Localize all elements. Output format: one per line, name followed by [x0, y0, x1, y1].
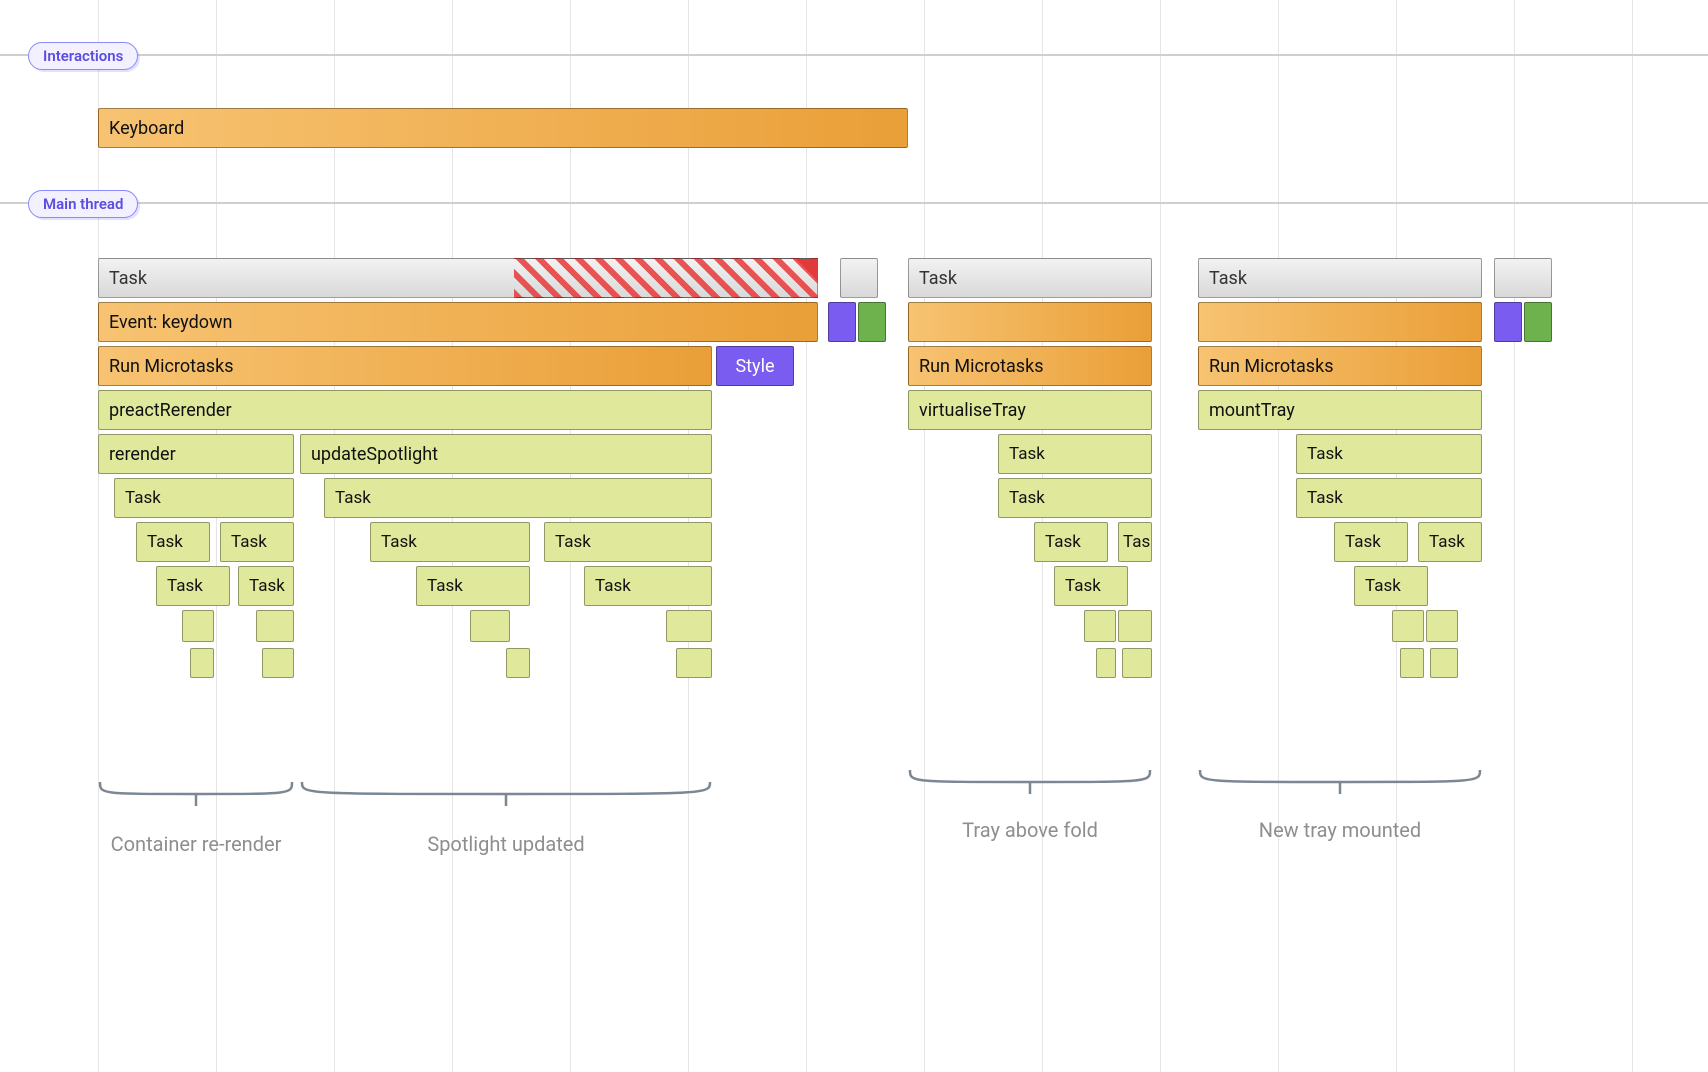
task-leaf-tiny[interactable] [1084, 610, 1116, 642]
task-leaf-tiny[interactable] [182, 610, 214, 642]
caption-spotlight-updated: Spotlight updated [376, 832, 636, 856]
style-bar[interactable]: Style [716, 346, 794, 386]
task-leaf-tiny[interactable] [470, 610, 510, 642]
green-chip[interactable] [1524, 302, 1552, 342]
task-leaf[interactable]: Task [1296, 478, 1482, 518]
purple-chip[interactable] [1494, 302, 1522, 342]
task-leaf[interactable]: Task [220, 522, 294, 562]
task-leaf[interactable]: Task [114, 478, 294, 518]
orange-bar-blockC[interactable] [1198, 302, 1482, 342]
brace-tray-above-fold [908, 768, 1152, 798]
update-spotlight-bar[interactable]: updateSpotlight [300, 434, 712, 474]
caption-new-tray-mounted: New tray mounted [1210, 818, 1470, 842]
mount-tray-bar[interactable]: mountTray [1198, 390, 1482, 430]
task-leaf-tiny[interactable] [666, 610, 712, 642]
interactions-pill[interactable]: Interactions [28, 42, 138, 70]
task-bar[interactable]: Task [908, 258, 1152, 298]
task-leaf[interactable]: Task [1418, 522, 1482, 562]
caption-tray-above-fold: Tray above fold [900, 818, 1160, 842]
main-thread-line [0, 202, 1708, 204]
task-leaf[interactable]: Task [156, 566, 230, 606]
task-leaf-tiny[interactable] [190, 648, 214, 678]
brace-new-tray-mounted [1198, 768, 1482, 798]
task-leaf[interactable]: Task [370, 522, 530, 562]
task-leaf-tiny[interactable] [1096, 648, 1116, 678]
task-leaf[interactable]: Task [1118, 522, 1152, 562]
task-leaf[interactable]: Task [1296, 434, 1482, 474]
task-leaf[interactable]: Task [1354, 566, 1428, 606]
brace-spotlight-updated [300, 780, 712, 810]
gridline [1160, 0, 1161, 1072]
task-bar[interactable]: Task [1198, 258, 1482, 298]
rerender-bar[interactable]: rerender [98, 434, 294, 474]
interactions-line [0, 54, 1708, 56]
gridline [334, 0, 335, 1072]
task-bar-sliver[interactable] [1494, 258, 1552, 298]
task-leaf-tiny[interactable] [676, 648, 712, 678]
task-leaf-tiny[interactable] [1430, 648, 1458, 678]
task-leaf[interactable]: Task [1054, 566, 1128, 606]
task-leaf[interactable]: Task [998, 434, 1152, 474]
preact-rerender-bar[interactable]: preactRerender [98, 390, 712, 430]
task-leaf[interactable]: Task [136, 522, 210, 562]
flame-chart-canvas: Interactions Keyboard Main thread Task E… [0, 0, 1708, 1072]
virtualise-tray-bar[interactable]: virtualiseTray [908, 390, 1152, 430]
run-microtasks-bar[interactable]: Run Microtasks [908, 346, 1152, 386]
gridline [924, 0, 925, 1072]
task-leaf[interactable]: Task [1334, 522, 1408, 562]
interaction-keyboard[interactable]: Keyboard [98, 108, 908, 148]
gridline [1632, 0, 1633, 1072]
green-chip[interactable] [858, 302, 886, 342]
task-leaf-tiny[interactable] [1118, 610, 1152, 642]
task-leaf[interactable]: Task [238, 566, 294, 606]
gridline [806, 0, 807, 1072]
brace-container-rerender [98, 780, 294, 810]
task-leaf-tiny[interactable] [1400, 648, 1424, 678]
run-microtasks-bar[interactable]: Run Microtasks [98, 346, 712, 386]
task-leaf[interactable]: Task [998, 478, 1152, 518]
task-leaf[interactable]: Task [1034, 522, 1108, 562]
task-leaf-tiny[interactable] [262, 648, 294, 678]
task-leaf[interactable]: Task [544, 522, 712, 562]
task-bar-sliver[interactable] [840, 258, 878, 298]
task-leaf-tiny[interactable] [256, 610, 294, 642]
orange-bar-blockB[interactable] [908, 302, 1152, 342]
task-leaf-tiny[interactable] [1122, 648, 1152, 678]
task-leaf[interactable]: Task [584, 566, 712, 606]
event-keydown-bar[interactable]: Event: keydown [98, 302, 818, 342]
run-microtasks-bar[interactable]: Run Microtasks [1198, 346, 1482, 386]
gridline [1514, 0, 1515, 1072]
task-leaf-tiny[interactable] [506, 648, 530, 678]
task-leaf-tiny[interactable] [1392, 610, 1424, 642]
main-thread-pill[interactable]: Main thread [28, 190, 138, 218]
task-bar[interactable]: Task [98, 258, 818, 298]
task-leaf[interactable]: Task [416, 566, 530, 606]
task-leaf-tiny[interactable] [1426, 610, 1458, 642]
purple-chip[interactable] [828, 302, 856, 342]
gridline [216, 0, 217, 1072]
gridline [98, 0, 99, 1072]
gridline [1278, 0, 1279, 1072]
task-leaf[interactable]: Task [324, 478, 712, 518]
caption-container-rerender: Container re-render [66, 832, 326, 856]
